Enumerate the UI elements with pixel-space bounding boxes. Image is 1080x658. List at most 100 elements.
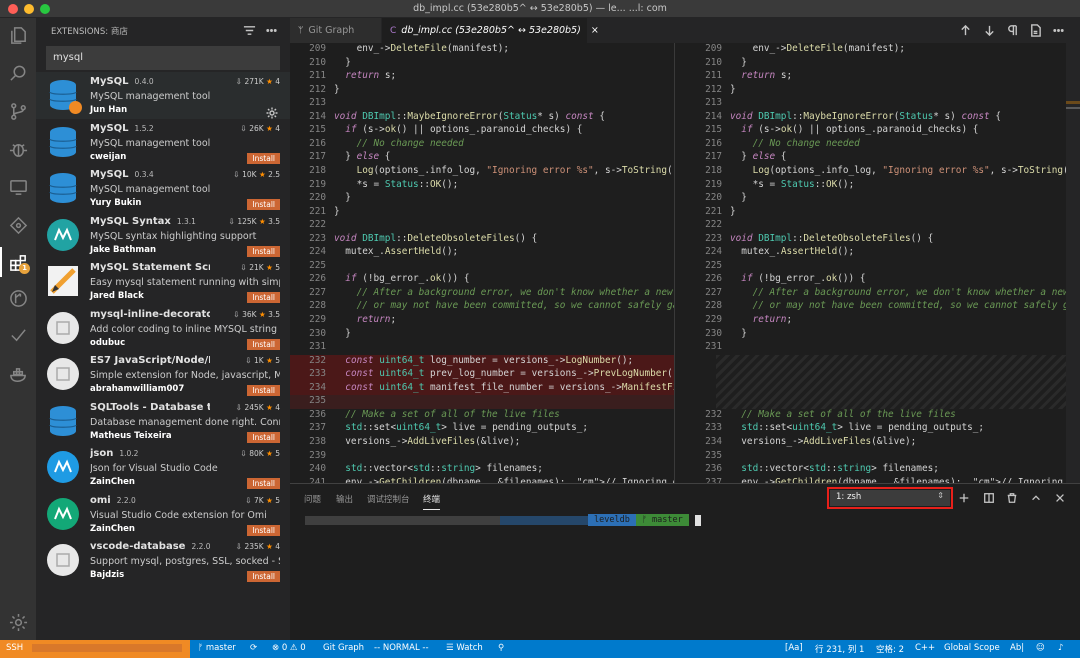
code-line[interactable]: if (!bg_error_.ok()) { bbox=[334, 273, 469, 284]
install-button[interactable]: Install bbox=[247, 431, 280, 443]
install-button[interactable]: Install bbox=[247, 478, 280, 489]
arrow-down-icon[interactable] bbox=[981, 22, 998, 39]
diff-original-pane[interactable]: 209 env_->DeleteFile(manifest); 210 } 211 … bbox=[290, 43, 674, 483]
code-line[interactable]: // No change needed bbox=[730, 138, 860, 149]
watch-status[interactable]: ☰ Watch bbox=[446, 643, 483, 653]
code-line[interactable]: // or may not have been committed, so we… bbox=[334, 300, 674, 311]
install-button[interactable]: Install bbox=[247, 152, 280, 164]
code-line[interactable]: if (!bg_error_.ok()) { bbox=[730, 273, 865, 284]
paragraph-icon[interactable] bbox=[1004, 22, 1021, 39]
git-lens-icon[interactable] bbox=[6, 213, 30, 237]
diff-modified-pane[interactable]: 209 env_->DeleteFile(manifest); 210 } 211 … bbox=[686, 43, 1066, 483]
open-file-icon[interactable] bbox=[1027, 22, 1044, 39]
code-line[interactable]: } bbox=[334, 57, 351, 68]
language-mode[interactable]: C++ bbox=[915, 643, 935, 653]
indentation-status[interactable]: 空格: 2 bbox=[876, 643, 904, 655]
code-line[interactable]: versions_->AddLiveFiles(&live); bbox=[334, 436, 520, 447]
settings-gear-icon[interactable] bbox=[6, 610, 30, 634]
install-button[interactable]: Install bbox=[247, 385, 280, 396]
code-line[interactable]: return; bbox=[730, 314, 793, 325]
code-line[interactable]: std::vector<std::string> filenames; bbox=[334, 463, 543, 474]
extensions-icon[interactable]: 1 bbox=[6, 250, 30, 274]
split-terminal-icon[interactable] bbox=[980, 489, 998, 507]
tab-terminal[interactable]: 终端 bbox=[423, 493, 441, 510]
code-line[interactable]: // or may not have been committed, so we… bbox=[730, 300, 1066, 311]
feedback-smiley-icon[interactable]: ☺ bbox=[1036, 643, 1045, 653]
code-line[interactable]: const uint64_t prev_log_number = version… bbox=[334, 368, 674, 379]
lightbulb-icon[interactable]: ⚲ bbox=[498, 643, 504, 653]
extension-item[interactable]: MySQL 1.5.2 ⇩ 26K ★ 4 MySQL management tool… bbox=[36, 119, 290, 166]
manage-gear-icon[interactable] bbox=[266, 104, 278, 119]
code-line[interactable]: env_->DeleteFile(manifest); bbox=[334, 43, 509, 54]
install-button[interactable]: Install bbox=[247, 524, 280, 536]
code-line[interactable]: return s; bbox=[730, 70, 792, 81]
install-button[interactable]: Install bbox=[247, 338, 280, 350]
filter-list-icon[interactable] bbox=[238, 20, 260, 42]
new-terminal-icon[interactable] bbox=[955, 489, 973, 507]
code-line[interactable]: return; bbox=[334, 314, 397, 325]
code-line[interactable]: void DBImpl::MaybeIgnoreError(Status* s)… bbox=[334, 111, 605, 122]
tab-debug-console[interactable]: 调试控制台 bbox=[367, 493, 410, 505]
code-line[interactable]: return s; bbox=[334, 70, 396, 81]
code-line[interactable]: void DBImpl::DeleteObsoleteFiles() { bbox=[334, 233, 537, 244]
install-button[interactable]: Install bbox=[247, 245, 280, 257]
notifications-bell-icon[interactable]: ♪ bbox=[1058, 643, 1063, 653]
extension-item[interactable]: MySQL Statement Scrat...0.1.1 ⇩ 21K ★ 5 Ea… bbox=[36, 258, 290, 305]
code-line[interactable]: const uint64_t log_number = versions_->L… bbox=[334, 355, 633, 366]
install-button[interactable]: Install bbox=[247, 199, 280, 210]
branch-status[interactable]: ᚠ master bbox=[198, 643, 236, 653]
remote-indicator[interactable]: SSH bbox=[0, 640, 190, 658]
code-line[interactable]: // After a background error, we don't kn… bbox=[730, 287, 1066, 298]
extension-search-input[interactable]: mysql bbox=[46, 46, 280, 70]
code-line[interactable]: } else { bbox=[730, 151, 786, 162]
code-line[interactable]: } bbox=[730, 84, 736, 95]
code-line[interactable]: // Make a set of all of the live files bbox=[730, 409, 956, 420]
tab-git-graph[interactable]: ᛘ Git Graph bbox=[290, 18, 382, 43]
extension-item[interactable]: MySQL 0.4.0 ⇩ 271K ★ 4 MySQL management too… bbox=[36, 72, 290, 119]
extension-item[interactable]: MySQL 0.3.4 ⇩ 10K ★ 2.5 MySQL management to… bbox=[36, 165, 290, 212]
extension-item[interactable]: MySQL Syntax 1.3.1 ⇩ 125K ★ 3.5 MySQL synta… bbox=[36, 212, 290, 259]
match-case-status[interactable]: [Aa] bbox=[785, 643, 803, 653]
code-line[interactable]: } bbox=[334, 192, 351, 203]
code-line[interactable]: void DBImpl::MaybeIgnoreError(Status* s)… bbox=[730, 111, 1001, 122]
code-line[interactable]: } else { bbox=[334, 151, 390, 162]
code-line[interactable]: } bbox=[334, 84, 340, 95]
code-line[interactable]: *s = Status::OK(); bbox=[334, 179, 459, 190]
extension-item[interactable]: omi 2.2.0 ⇩ 7K ★ 5 Visual Studio Code exten… bbox=[36, 491, 290, 538]
diff-editor[interactable]: 209 env_->DeleteFile(manifest); 210 } 211 … bbox=[290, 43, 1080, 483]
code-line[interactable]: mutex_.AssertHeld(); bbox=[334, 246, 458, 257]
code-line[interactable]: } bbox=[730, 192, 747, 203]
extension-item[interactable]: SQLTools - Database t...0.21.3 ⇩ 245K ★ 4… bbox=[36, 398, 290, 445]
code-line[interactable]: // Make a set of all of the live files bbox=[334, 409, 560, 420]
explorer-icon[interactable] bbox=[6, 23, 30, 47]
close-tab-button[interactable]: × bbox=[591, 25, 599, 36]
overview-ruler[interactable] bbox=[1066, 43, 1080, 483]
arrow-up-icon[interactable] bbox=[957, 22, 974, 39]
git-graph-icon[interactable] bbox=[6, 286, 30, 310]
code-line[interactable]: std::vector<std::string> filenames; bbox=[730, 463, 939, 474]
close-panel-icon[interactable] bbox=[1051, 489, 1069, 507]
code-line[interactable]: *s = Status::OK(); bbox=[730, 179, 855, 190]
more-actions-icon[interactable] bbox=[260, 20, 282, 42]
code-line[interactable]: // No change needed bbox=[334, 138, 464, 149]
code-line[interactable]: Log(options_.info_log, "Ignoring error %… bbox=[730, 165, 1066, 176]
more-editor-actions-icon[interactable] bbox=[1050, 22, 1067, 39]
code-line[interactable]: if (s->ok() || options_.paranoid_checks)… bbox=[334, 124, 582, 135]
code-line[interactable]: std::set<uint64_t> live = pending_output… bbox=[334, 422, 588, 433]
code-line[interactable]: std::set<uint64_t> live = pending_output… bbox=[730, 422, 984, 433]
install-button[interactable]: Install bbox=[247, 292, 280, 303]
extension-item[interactable]: vscode-database 2.2.0 ⇩ 235K ★ 4 Support my… bbox=[36, 537, 290, 584]
source-control-icon[interactable] bbox=[6, 99, 30, 123]
install-button[interactable]: Install bbox=[247, 571, 280, 582]
tab-db-impl-diff[interactable]: C db_impl.cc (53e280b5^ ↔ 53e280b5) × bbox=[382, 18, 599, 43]
tab-problems[interactable]: 问题 bbox=[304, 493, 321, 505]
code-line[interactable]: void DBImpl::DeleteObsoleteFiles() { bbox=[730, 233, 933, 244]
sync-icon[interactable]: ⟳ bbox=[250, 643, 257, 653]
scope-status[interactable]: Global Scope bbox=[944, 643, 1000, 653]
code-line[interactable]: const uint64_t manifest_file_number = ve… bbox=[334, 382, 674, 393]
extension-item[interactable]: json 1.0.2 ⇩ 80K ★ 5 Json for Visual Studio… bbox=[36, 444, 290, 491]
terminal-output[interactable]: leveldb ᚠ master bbox=[305, 514, 701, 526]
ab-status[interactable]: Ab| bbox=[1010, 643, 1024, 653]
extension-item[interactable]: mysql-inline-decorator0.0.5 ⇩ 36K ★ 3.5 Ad… bbox=[36, 305, 290, 352]
code-line[interactable]: if (s->ok() || options_.paranoid_checks)… bbox=[730, 124, 978, 135]
